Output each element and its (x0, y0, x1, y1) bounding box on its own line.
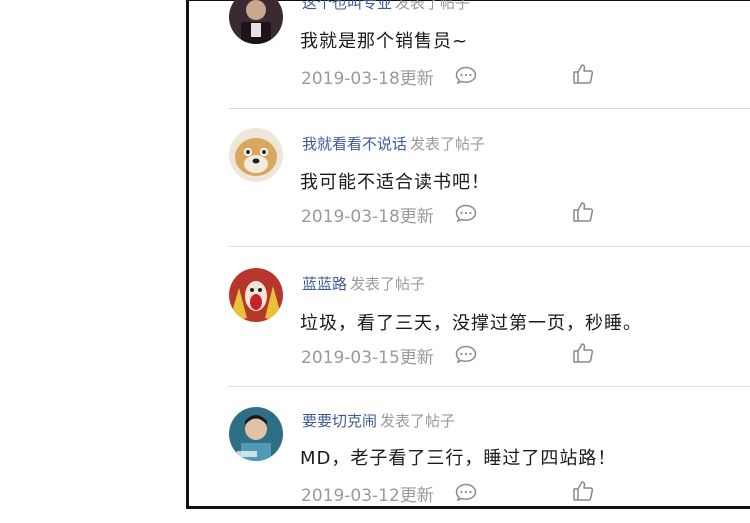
avatar[interactable] (229, 407, 283, 461)
thumbs-up-icon[interactable] (572, 342, 594, 364)
post-item: 我就看看不说话 发表了帖子 我可能不适合读书吧！ 2019-03-18更新 (229, 126, 750, 231)
comment-icon[interactable] (455, 483, 477, 501)
post-content: 垃圾，看了三天，没撑过第一页，秒睡。 (300, 313, 642, 334)
post-action-label: 发表了帖子 (380, 412, 456, 430)
avatar[interactable] (229, 268, 283, 322)
post-action-label: 发表了帖子 (395, 0, 471, 12)
username-link[interactable]: 要要切克闹 (302, 412, 377, 430)
avatar[interactable] (229, 0, 283, 44)
post-date: 2019-03-18更新 (301, 69, 434, 89)
post-date: 2019-03-18更新 (301, 207, 434, 227)
post-meta: 蓝蓝路 发表了帖子 (302, 273, 425, 294)
post-item: 要要切克闹 发表了帖子 MD，老子看了三行，睡过了四站路！ 2019-03-12更… (229, 404, 750, 509)
post-meta: 我就看看不说话 发表了帖子 (302, 133, 485, 154)
thumbs-up-icon[interactable] (572, 63, 594, 85)
divider (229, 246, 750, 247)
post-content: 我可能不适合读书吧！ (300, 172, 490, 193)
post-item: 蓝蓝路 发表了帖子 垃圾，看了三天，没撑过第一页，秒睡。 2019-03-15更新 (229, 265, 750, 370)
divider (229, 108, 750, 109)
comment-icon[interactable] (455, 204, 477, 222)
post-date: 2019-03-12更新 (301, 486, 434, 506)
post-meta: 这个也叫专业 发表了帖子 (302, 0, 470, 13)
post-date: 2019-03-15更新 (301, 348, 434, 368)
post-action-label: 发表了帖子 (350, 275, 426, 293)
thumbs-up-icon[interactable] (572, 201, 594, 223)
username-link[interactable]: 这个也叫专业 (302, 0, 392, 12)
post-meta: 要要切克闹 发表了帖子 (302, 410, 455, 431)
thumbs-up-icon[interactable] (572, 480, 594, 502)
post-content: MD，老子看了三行，睡过了四站路！ (300, 448, 617, 469)
divider (229, 386, 750, 387)
comment-icon[interactable] (455, 345, 477, 363)
comment-icon[interactable] (455, 66, 477, 84)
username-link[interactable]: 我就看看不说话 (302, 135, 407, 153)
username-link[interactable]: 蓝蓝路 (302, 275, 347, 293)
post-item: 这个也叫专业 发表了帖子 我就是那个销售员~ 2019-03-18更新 (229, 0, 750, 105)
post-content: 我就是那个销售员~ (300, 31, 469, 52)
post-action-label: 发表了帖子 (410, 135, 486, 153)
avatar[interactable] (229, 128, 283, 182)
